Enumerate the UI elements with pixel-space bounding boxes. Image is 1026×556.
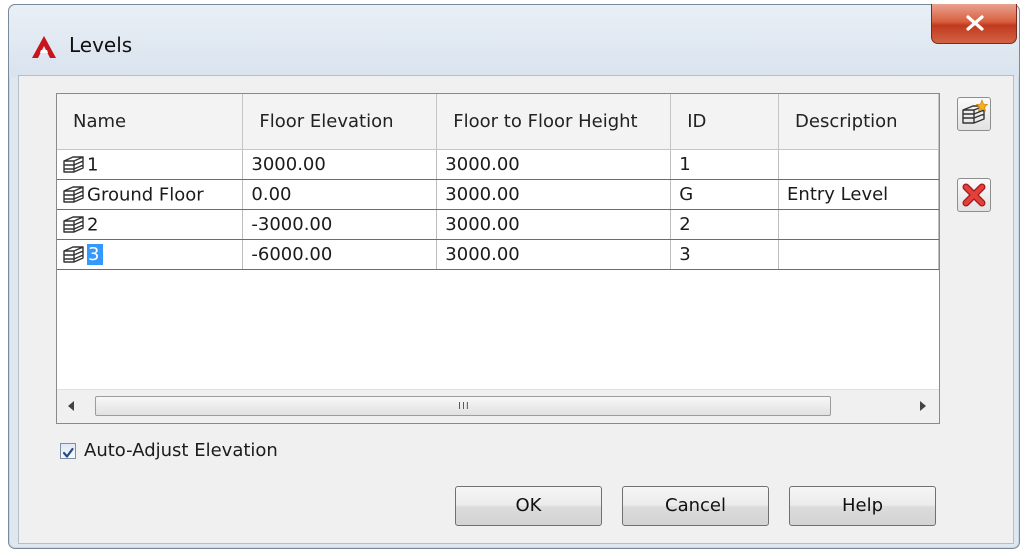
cell-floor-elevation[interactable]: 3000.00 <box>242 149 438 180</box>
column-header-name[interactable]: Name <box>57 94 244 150</box>
add-level-icon <box>962 99 989 124</box>
window-title: Levels <box>69 33 133 57</box>
cell-floor-elevation[interactable]: -6000.00 <box>242 239 438 270</box>
cell-floor-to-floor-height[interactable]: 3000.00 <box>436 179 672 210</box>
table-row-selected[interactable]: 3 -6000.00 3000.00 3 <box>57 239 939 270</box>
cell-description[interactable] <box>778 239 939 270</box>
levels-table: Name Floor Elevation Floor to Floor Heig… <box>57 94 939 270</box>
cell-id[interactable]: G <box>670 179 780 210</box>
header-row: Name Floor Elevation Floor to Floor Heig… <box>57 94 939 150</box>
dialog-body: Name Floor Elevation Floor to Floor Heig… <box>18 75 1014 544</box>
cell-floor-to-floor-height[interactable]: 3000.00 <box>436 149 672 180</box>
selected-name-text[interactable]: 3 <box>87 244 104 266</box>
cell-name[interactable]: 2 <box>57 209 244 240</box>
level-stack-icon <box>63 186 84 203</box>
checkmark-icon <box>62 447 74 458</box>
scroll-right-arrow-icon[interactable] <box>919 400 927 412</box>
level-stack-icon <box>63 156 84 173</box>
levels-grid: Name Floor Elevation Floor to Floor Heig… <box>56 93 940 424</box>
table-row[interactable]: 1 3000.00 3000.00 1 <box>57 149 939 180</box>
table-row[interactable]: 2 -3000.00 3000.00 2 <box>57 209 939 240</box>
cell-description[interactable] <box>778 149 939 180</box>
cell-id[interactable]: 2 <box>670 209 780 240</box>
delete-level-button[interactable] <box>957 178 991 212</box>
autocad-a-icon <box>31 35 57 59</box>
cell-name-editing[interactable]: 3 <box>57 239 244 270</box>
cell-floor-elevation[interactable]: -3000.00 <box>242 209 438 240</box>
add-level-button[interactable] <box>957 97 991 131</box>
column-header-floor-to-floor-height[interactable]: Floor to Floor Height <box>436 94 672 150</box>
scrollbar-thumb[interactable]: III <box>95 396 831 416</box>
title-bar[interactable]: Levels <box>9 4 1019 77</box>
cell-id[interactable]: 1 <box>670 149 780 180</box>
levels-dialog: Levels Name Floor Elevation Floor to Flo… <box>8 4 1020 549</box>
level-stack-icon <box>63 216 84 233</box>
scrollbar-grip: III <box>458 401 470 412</box>
cell-name[interactable]: Ground Floor <box>57 179 244 210</box>
cell-description[interactable]: Entry Level <box>778 179 939 210</box>
ok-button[interactable]: OK <box>455 486 602 526</box>
cancel-button[interactable]: Cancel <box>622 486 769 526</box>
auto-adjust-checkbox[interactable] <box>60 443 76 459</box>
delete-red-x-icon <box>962 183 986 207</box>
cell-id[interactable]: 3 <box>670 239 780 270</box>
auto-adjust-label[interactable]: Auto-Adjust Elevation <box>84 440 278 461</box>
column-header-id[interactable]: ID <box>670 94 780 150</box>
scroll-left-arrow-icon[interactable] <box>67 400 75 412</box>
close-x-icon <box>966 15 984 31</box>
cell-floor-to-floor-height[interactable]: 3000.00 <box>436 239 672 270</box>
cell-floor-to-floor-height[interactable]: 3000.00 <box>436 209 672 240</box>
column-header-description[interactable]: Description <box>778 94 939 150</box>
cell-description[interactable] <box>778 209 939 240</box>
table-row[interactable]: Ground Floor 0.00 3000.00 G Entry Level <box>57 179 939 210</box>
cell-name[interactable]: 1 <box>57 149 244 180</box>
help-button[interactable]: Help <box>789 486 936 526</box>
close-button[interactable] <box>931 4 1017 44</box>
cell-floor-elevation[interactable]: 0.00 <box>242 179 438 210</box>
horizontal-scrollbar[interactable]: III <box>57 389 939 423</box>
level-stack-icon <box>63 246 84 263</box>
column-header-floor-elevation[interactable]: Floor Elevation <box>242 94 438 150</box>
